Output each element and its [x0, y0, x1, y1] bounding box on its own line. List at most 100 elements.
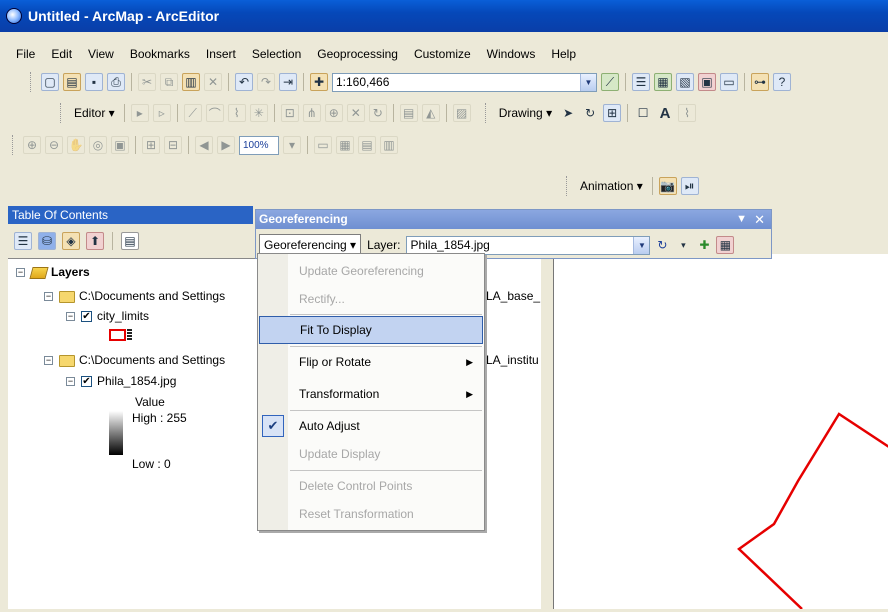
attributes-icon[interactable]: ▤ [399, 104, 418, 122]
city-limits-symbol[interactable] [109, 329, 126, 341]
cut-polygons-icon[interactable]: ⊕ [324, 104, 343, 122]
list-by-selection-icon[interactable]: ⬆ [86, 232, 104, 250]
animation-menu-button[interactable]: Animation ▾ [577, 179, 646, 193]
tree-item-phila-1854[interactable]: − ✔ Phila_1854.jpg [66, 374, 176, 388]
collapse-icon[interactable]: − [66, 312, 75, 322]
editor-toolbar-icon[interactable]: ⟋ [601, 73, 619, 91]
toolbar-grip[interactable] [484, 103, 488, 123]
capture-view-icon[interactable]: 📷 [658, 177, 677, 195]
chevron-down-icon[interactable]: ▼ [736, 210, 747, 229]
tree-root-layers[interactable]: − Layers [16, 265, 90, 279]
view-link-table-icon[interactable]: ▦ [716, 236, 735, 254]
editor-menu-button[interactable]: Editor ▾ [71, 106, 118, 120]
list-by-source-icon[interactable]: ⛁ [38, 232, 56, 250]
tree-item-city-limits[interactable]: − ✔ city_limits [66, 309, 149, 323]
paste-icon[interactable]: ▥ [182, 73, 200, 91]
edit-tool-icon[interactable]: ▸ [130, 104, 149, 122]
menu-view[interactable]: View [80, 45, 122, 63]
collapse-icon[interactable]: − [16, 268, 25, 278]
create-features-icon[interactable]: ▨ [452, 104, 471, 122]
menu-customize[interactable]: Customize [406, 45, 479, 63]
sketch-properties-icon[interactable]: ◭ [421, 104, 440, 122]
menu-edit[interactable]: Edit [43, 45, 80, 63]
split-icon[interactable]: ✕ [346, 104, 365, 122]
rotate-dropdown-icon[interactable]: ▾ [674, 236, 692, 254]
toolbar-grip[interactable] [12, 135, 15, 155]
collapse-icon[interactable]: − [44, 292, 53, 302]
change-layout-icon[interactable]: ▤ [358, 136, 376, 154]
menu-help[interactable]: Help [543, 45, 584, 63]
print-icon[interactable]: ⎙ [107, 73, 125, 91]
open-folder-icon[interactable]: ▤ [63, 73, 81, 91]
data-driven-pages-icon[interactable]: ▥ [380, 136, 398, 154]
arctoolbox-icon[interactable]: ▣ [698, 73, 716, 91]
menu-file[interactable]: File [8, 45, 43, 63]
map-scale-combo[interactable]: 1:160,466 ▼ [332, 72, 597, 92]
chevron-down-icon[interactable]: ▼ [580, 73, 596, 91]
layer-visibility-checkbox[interactable]: ✔ [81, 376, 92, 388]
chevron-down-icon[interactable]: ▼ [633, 236, 650, 254]
pan-icon[interactable]: ✋ [67, 136, 85, 154]
add-control-points-icon[interactable]: ✚ [695, 236, 713, 254]
new-document-icon[interactable]: ▢ [41, 73, 59, 91]
menu-insert[interactable]: Insert [198, 45, 244, 63]
menu-item-reset-transformation[interactable]: Reset Transformation [259, 500, 483, 528]
menu-item-transformation[interactable]: Transformation ▶ [259, 380, 483, 408]
rotate-icon[interactable]: ↻ [368, 104, 387, 122]
redo-icon[interactable]: ↷ [257, 73, 275, 91]
zoom-to-selected-icon[interactable]: ⊞ [603, 104, 622, 122]
search-window-icon[interactable]: ▧ [676, 73, 694, 91]
toggle-draft-mode-icon[interactable]: ▭ [314, 136, 332, 154]
focus-data-frame-icon[interactable]: ▦ [336, 136, 354, 154]
animation-controls-icon[interactable]: ⏯ [680, 177, 699, 195]
layer-select[interactable]: Phila_1854.jpg ▼ [406, 235, 651, 255]
save-icon[interactable]: ▪ [85, 73, 103, 91]
zoom-whole-page-icon[interactable]: ▣ [111, 136, 129, 154]
toolbar-grip[interactable] [566, 176, 569, 196]
list-by-drawing-order-icon[interactable]: ☰ [14, 232, 32, 250]
tree-item-institu-folder[interactable]: − C:\Documents and Settings [44, 353, 225, 367]
zoom-percent-combo[interactable]: 100% [239, 135, 279, 155]
cut-icon[interactable]: ✂ [138, 73, 156, 91]
add-data-icon[interactable]: ✚ [310, 73, 328, 91]
menu-selection[interactable]: Selection [244, 45, 309, 63]
menu-item-rectify[interactable]: Rectify... [259, 285, 483, 313]
list-by-visibility-icon[interactable]: ◈ [62, 232, 80, 250]
reshape-icon[interactable]: ⋔ [302, 104, 321, 122]
menu-item-fit-to-display[interactable]: Fit To Display [259, 316, 483, 344]
menu-item-update-display[interactable]: Update Display [259, 440, 483, 468]
close-icon[interactable]: ✕ [754, 210, 765, 229]
menu-windows[interactable]: Windows [479, 45, 544, 63]
menu-item-auto-adjust[interactable]: ✔ Auto Adjust [259, 412, 483, 440]
options-icon[interactable]: ▤ [121, 232, 139, 250]
table-of-contents-icon[interactable]: ☰ [632, 73, 650, 91]
undo-icon[interactable]: ↶ [235, 73, 253, 91]
toolbar-grip[interactable] [30, 72, 33, 92]
georeferencing-title-bar[interactable]: Georeferencing ▼ ✕ [256, 210, 771, 229]
edit-vertices-icon[interactable]: ⊡ [280, 104, 299, 122]
go-back-icon[interactable]: ◀ [195, 136, 213, 154]
zoom-out-icon[interactable]: ⊖ [45, 136, 63, 154]
menu-geoprocessing[interactable]: Geoprocessing [309, 45, 406, 63]
select-elements-icon[interactable]: ➤ [559, 104, 577, 122]
layer-visibility-checkbox[interactable]: ✔ [81, 311, 92, 323]
text-icon[interactable]: A [656, 104, 674, 122]
full-extent-icon[interactable]: ◎ [89, 136, 107, 154]
fixed-zoom-in-icon[interactable]: ⊞ [142, 136, 160, 154]
menu-item-delete-control-points[interactable]: Delete Control Points [259, 472, 483, 500]
arc-segment-icon[interactable]: ⌒ [205, 104, 224, 122]
tree-item-base-folder[interactable]: − C:\Documents and Settings [44, 289, 225, 303]
go-forward-icon[interactable]: ▶ [217, 136, 235, 154]
collapse-icon[interactable]: − [44, 356, 53, 366]
menu-item-flip-or-rotate[interactable]: Flip or Rotate ▶ [259, 348, 483, 376]
trace-icon[interactable]: ⌇ [227, 104, 246, 122]
python-window-icon[interactable]: ▭ [720, 73, 738, 91]
rotate-tool-icon[interactable]: ↻ [653, 236, 671, 254]
delete-icon[interactable]: ✕ [204, 73, 222, 91]
toolbar-grip[interactable] [60, 103, 63, 123]
fixed-zoom-out-icon[interactable]: ⊟ [164, 136, 182, 154]
menu-bookmarks[interactable]: Bookmarks [122, 45, 198, 63]
rectangle-icon[interactable]: ☐ [634, 104, 652, 122]
zoom-dropdown-icon[interactable]: ▾ [283, 136, 301, 154]
zoom-in-icon[interactable]: ⊕ [23, 136, 41, 154]
